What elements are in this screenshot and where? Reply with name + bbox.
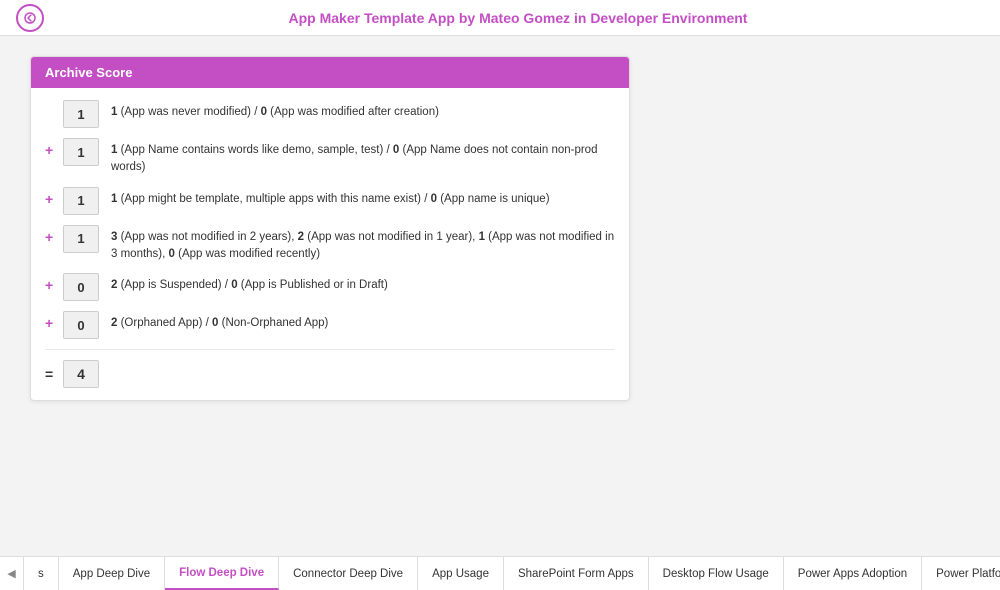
main-content: Archive Score 1 1 (App was never modified… [0, 36, 1000, 556]
score-row: +1 1 (App might be template, multiple app… [45, 187, 615, 215]
score-number: 1 [63, 187, 99, 215]
score-description: 1 (App was never modified) / 0 (App was … [111, 100, 615, 121]
score-operator: + [45, 187, 63, 207]
tab-bar: ◀ sApp Deep DiveFlow Deep DiveConnector … [0, 556, 1000, 590]
score-description: 1 (App Name contains words like demo, sa… [111, 138, 615, 177]
score-number: 1 [63, 225, 99, 253]
header: App Maker Template App by Mateo Gomez in… [0, 0, 1000, 36]
tab-item-power-platform-yoy-ac[interactable]: Power Platform YoY Ac... [922, 557, 1000, 590]
score-operator: + [45, 225, 63, 245]
page-title: App Maker Template App by Mateo Gomez in… [52, 10, 984, 26]
tab-item-sharepoint-form-apps[interactable]: SharePoint Form Apps [504, 557, 649, 590]
tab-item-desktop-flow-usage[interactable]: Desktop Flow Usage [649, 557, 784, 590]
score-number: 1 [63, 100, 99, 128]
score-number: 1 [63, 138, 99, 166]
score-operator: + [45, 138, 63, 158]
total-number: 4 [63, 360, 99, 388]
score-number: 0 [63, 311, 99, 339]
score-description: 1 (App might be template, multiple apps … [111, 187, 615, 208]
score-row: +0 2 (App is Suspended) / 0 (App is Publi… [45, 273, 615, 301]
tab-item-s[interactable]: s [24, 557, 59, 590]
tab-item-power-apps-adoption[interactable]: Power Apps Adoption [784, 557, 922, 590]
tab-item-flow-deep-dive[interactable]: Flow Deep Dive [165, 557, 279, 590]
back-button[interactable] [16, 4, 44, 32]
score-operator [45, 100, 63, 104]
score-row: 1 1 (App was never modified) / 0 (App was… [45, 100, 615, 128]
score-description: 3 (App was not modified in 2 years), 2 (… [111, 225, 615, 264]
archive-score-header: Archive Score [31, 57, 629, 88]
tab-scroll-left[interactable]: ◀ [0, 557, 24, 590]
tab-item-connector-deep-dive[interactable]: Connector Deep Dive [279, 557, 418, 590]
score-row: +1 3 (App was not modified in 2 years), 2… [45, 225, 615, 264]
archive-score-card: Archive Score 1 1 (App was never modified… [30, 56, 630, 401]
score-operator: + [45, 273, 63, 293]
score-row: +0 2 (Orphaned App) / 0 (Non-Orphaned App… [45, 311, 615, 339]
total-row: = 4 [45, 360, 615, 388]
score-operator: + [45, 311, 63, 331]
tab-item-app-deep-dive[interactable]: App Deep Dive [59, 557, 165, 590]
score-row: +1 1 (App Name contains words like demo, … [45, 138, 615, 177]
divider [45, 349, 615, 350]
tab-item-app-usage[interactable]: App Usage [418, 557, 504, 590]
equals-sign: = [45, 366, 63, 382]
score-description: 2 (Orphaned App) / 0 (Non-Orphaned App) [111, 311, 615, 332]
score-description: 2 (App is Suspended) / 0 (App is Publish… [111, 273, 615, 294]
score-number: 0 [63, 273, 99, 301]
archive-score-body: 1 1 (App was never modified) / 0 (App was… [31, 88, 629, 400]
